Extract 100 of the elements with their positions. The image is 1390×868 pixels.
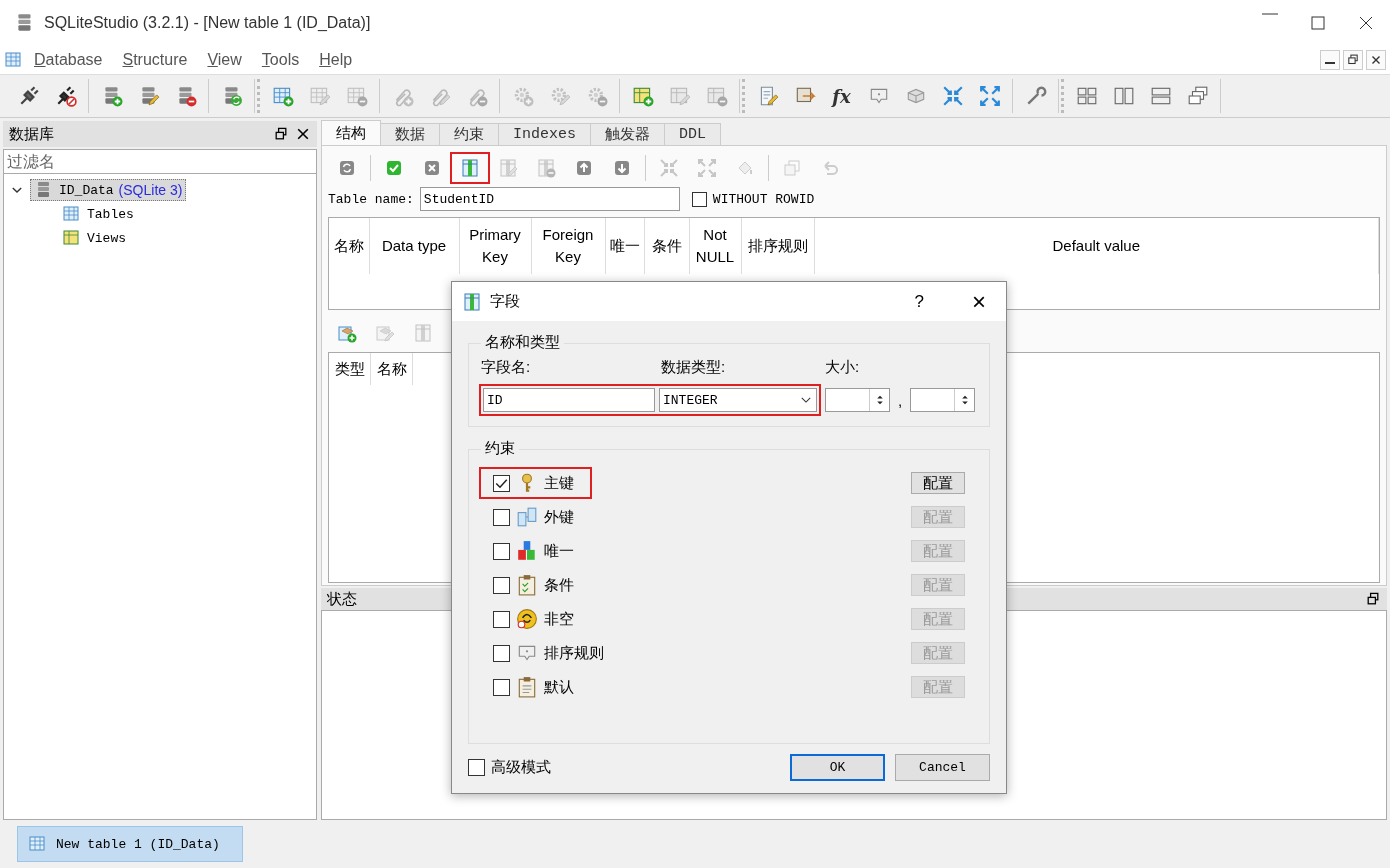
collapse-icon — [941, 85, 964, 107]
expand-icon — [978, 85, 1001, 107]
column-header: Data type — [369, 218, 459, 274]
checkbox[interactable] — [493, 474, 510, 492]
dialog-title: 字段 — [490, 292, 521, 311]
help-button[interactable]: ? — [914, 291, 924, 312]
checkbox[interactable] — [691, 191, 707, 207]
tab[interactable]: 数据 — [380, 123, 440, 145]
view-add-icon — [631, 85, 654, 107]
view-edit-icon — [668, 85, 691, 107]
panel-title: 数据库 — [9, 124, 55, 144]
spin-box[interactable] — [825, 388, 890, 412]
linked-tables-icon — [516, 506, 538, 528]
group-title: 约束 — [481, 439, 519, 458]
column-header: 唯一 — [605, 218, 644, 274]
column-icon — [462, 291, 482, 312]
field-label: 数据类型: — [661, 358, 727, 377]
column-header: 名称 — [329, 218, 369, 274]
cascade-icon — [1186, 85, 1209, 107]
column-header: Foreign Key — [531, 218, 605, 274]
view-remove-icon — [705, 85, 728, 107]
table-name-field[interactable]: StudentID — [419, 187, 680, 211]
tab[interactable]: Indexes — [498, 123, 591, 145]
collapse-icon — [659, 158, 679, 178]
spin-box[interactable] — [910, 388, 976, 412]
field-label: Table name: — [328, 191, 414, 207]
smiley-icon — [516, 608, 538, 630]
column-header: 排序规则 — [741, 218, 814, 274]
blocks-icon — [516, 540, 538, 562]
table-icon — [4, 50, 24, 70]
views-icon — [62, 228, 82, 248]
minimize-icon — [1262, 13, 1278, 15]
handshake-edit-icon — [375, 323, 395, 343]
cancel-button[interactable]: Cancel — [895, 754, 990, 781]
mdi-restore-button[interactable] — [1343, 50, 1363, 70]
checkbox-label: 主键 — [544, 473, 574, 493]
toolbar-button[interactable]: fx — [823, 81, 860, 111]
column-header: 名称 — [370, 353, 413, 385]
column-header: Primary Key — [459, 218, 531, 274]
refresh-icon — [337, 158, 357, 178]
menu-item[interactable]: Tools — [251, 51, 310, 69]
maximize-icon — [1308, 13, 1328, 33]
tab[interactable]: 触发器 — [590, 123, 665, 145]
checkbox[interactable] — [493, 610, 510, 628]
configure-button[interactable]: 配置 — [911, 472, 965, 494]
data-type-dropdown[interactable]: INTEGER — [659, 388, 817, 412]
checkbox[interactable] — [468, 759, 485, 776]
checkbox-label: 唯一 — [544, 541, 574, 561]
checkbox[interactable] — [493, 644, 510, 662]
column-header: Not NULL — [689, 218, 741, 274]
column-header: 条件 — [644, 218, 689, 274]
table-remove-icon — [345, 85, 368, 107]
close-button[interactable]: × — [972, 287, 986, 316]
ok-button[interactable]: OK — [790, 754, 885, 781]
field-label: 大小: — [825, 358, 860, 377]
menu-item[interactable]: View — [197, 51, 252, 69]
panel-title: 状态 — [327, 589, 358, 609]
tile-vertical-icon — [1112, 85, 1135, 107]
mdi-close-button[interactable] — [1366, 50, 1386, 70]
group-title: 名称和类型 — [481, 333, 564, 352]
clipboard-icon — [516, 574, 538, 596]
filter-field[interactable]: 过滤名 — [3, 149, 317, 174]
menu-item[interactable]: Database — [24, 51, 113, 69]
tile-horizontal-icon — [1149, 85, 1172, 107]
minimize-icon — [1325, 62, 1335, 64]
column-remove-icon — [536, 158, 556, 178]
column-header: Default value — [814, 218, 1379, 274]
tree-item[interactable]: Views — [58, 227, 130, 249]
restore-icon — [1346, 53, 1360, 67]
rollback-icon — [422, 158, 442, 178]
tables-icon — [62, 204, 82, 224]
checkbox[interactable] — [493, 576, 510, 594]
window-title: SQLiteStudio (3.2.1) - [New table 1 (ID_Data)] — [44, 14, 372, 32]
close-icon — [295, 126, 311, 142]
window-tab[interactable]: New table 1 (ID_Data) — [17, 826, 243, 862]
separator-text: , — [898, 391, 903, 409]
tab[interactable]: 结构 — [321, 120, 381, 145]
clipboard-icon — [516, 676, 538, 698]
checkbox-label: WITHOUT ROWID — [712, 191, 815, 207]
tree-item[interactable]: ID_Data (SQLite 3) — [30, 179, 187, 201]
column-icon — [413, 323, 433, 343]
commit-icon — [384, 158, 404, 178]
mdi-minimize-button[interactable] — [1320, 50, 1340, 70]
tab[interactable]: DDL — [664, 123, 722, 145]
table-edit-icon — [308, 85, 331, 107]
checkbox-label: 非空 — [544, 609, 574, 629]
checkbox[interactable] — [493, 678, 510, 696]
handshake-add-icon — [337, 323, 357, 343]
checkbox[interactable] — [493, 508, 510, 526]
column-edit-icon — [498, 158, 518, 178]
tile-icon — [1075, 85, 1098, 107]
checkbox-label: 高级模式 — [491, 758, 551, 777]
menu-item[interactable]: Structure — [112, 51, 198, 69]
tab[interactable]: 约束 — [439, 123, 499, 145]
tree-item[interactable]: Tables — [58, 203, 138, 225]
field-name-input[interactable]: ID — [483, 388, 655, 412]
float-icon — [273, 126, 289, 142]
move-up-icon — [574, 158, 594, 178]
menu-item[interactable]: Help — [309, 51, 363, 69]
checkbox[interactable] — [493, 542, 510, 560]
